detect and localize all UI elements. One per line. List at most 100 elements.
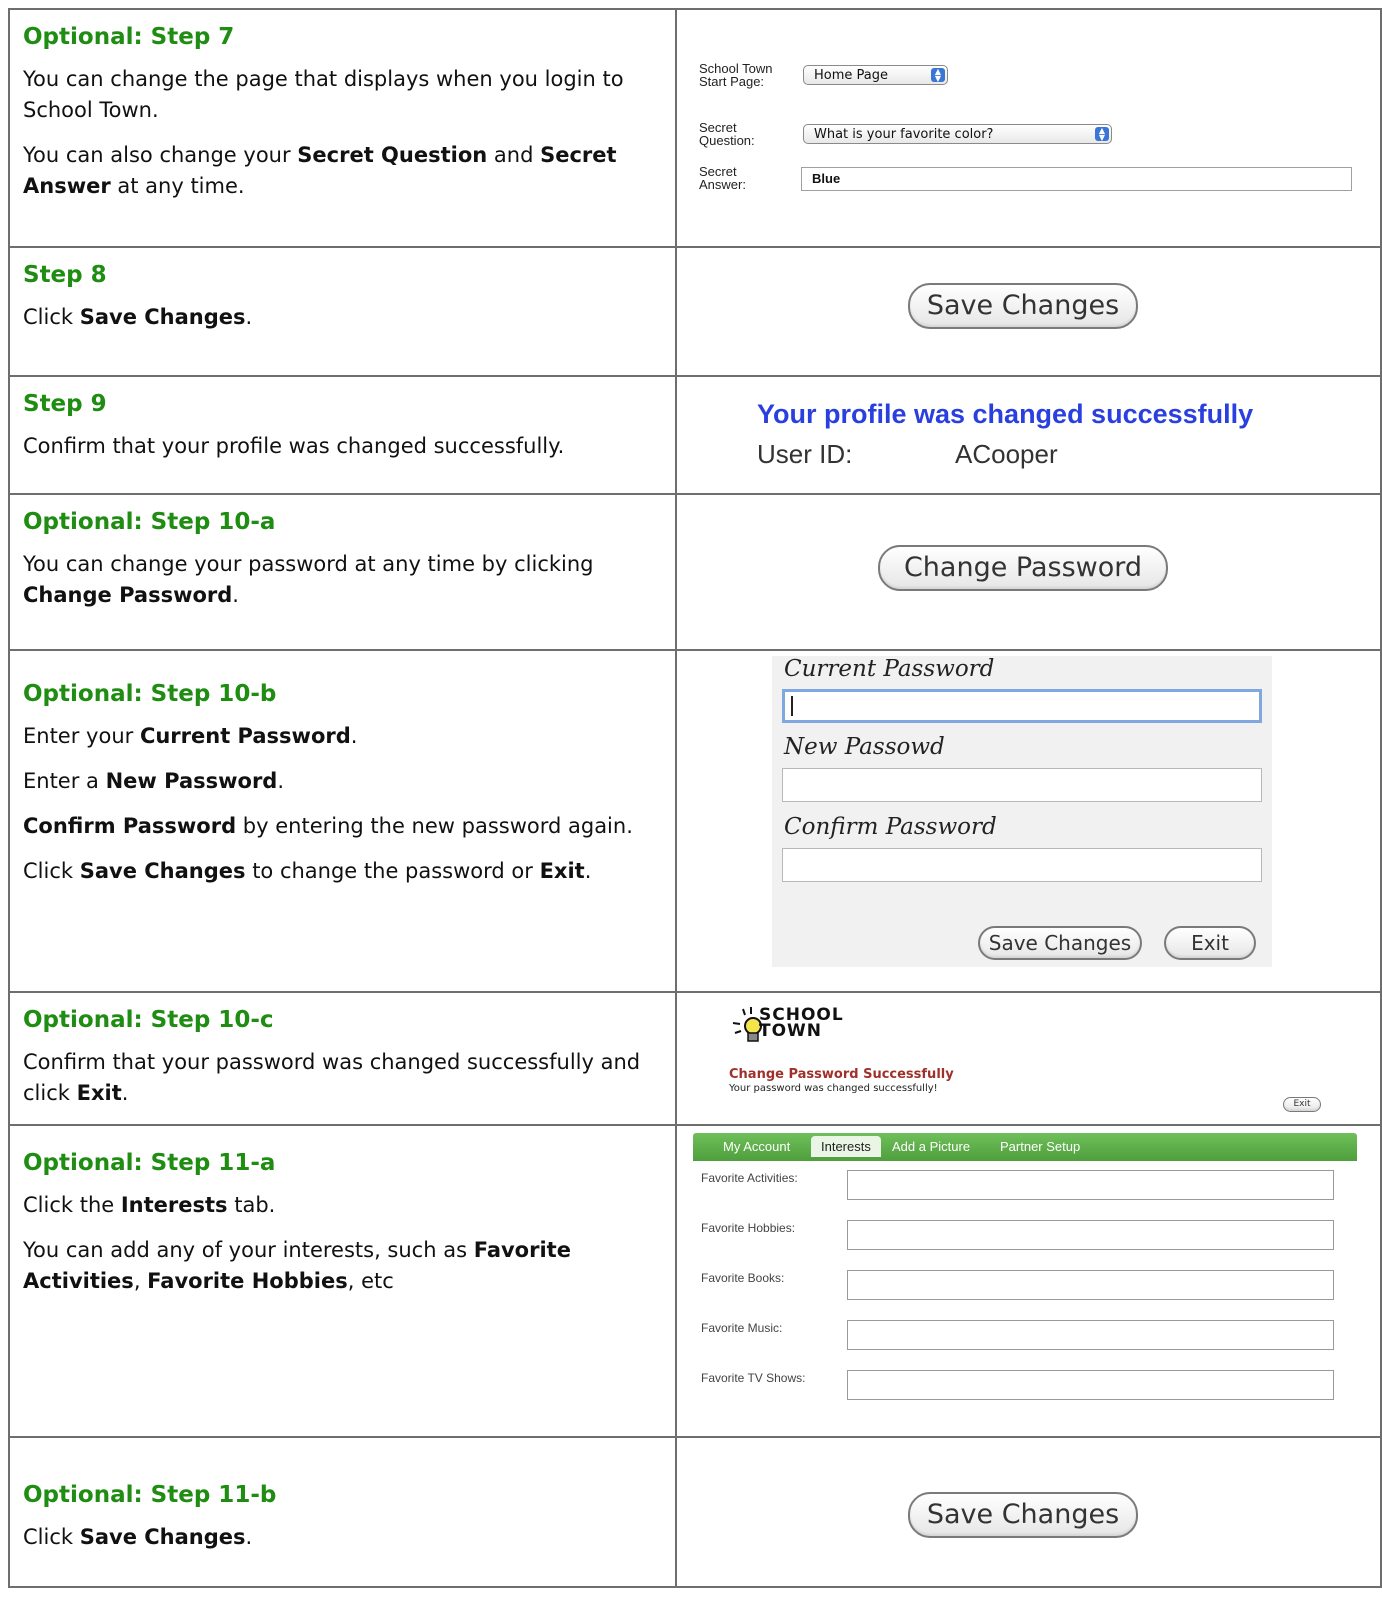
favorite-hobbies-label: Favorite Hobbies: [701, 1221, 796, 1235]
favorite-books-input[interactable] [847, 1270, 1334, 1300]
favorite-books-label: Favorite Books: [701, 1271, 785, 1285]
current-password-input[interactable] [782, 689, 1262, 723]
step-11b-screenshot: Save Changes [675, 1436, 1382, 1588]
step-row-10c: Optional: Step 10-c Confirm that your pa… [8, 991, 1382, 1126]
step-row-9: Step 9 Confirm that your profile was cha… [8, 375, 1382, 495]
step-title: Step 8 [23, 262, 107, 288]
emphasis-text: Interests [120, 1193, 228, 1217]
step-paragraph: Click Save Changes. [23, 1525, 253, 1549]
step-paragraph: Click the Interests tab. [23, 1193, 276, 1217]
start-page-label: School Town Start Page: [699, 61, 773, 89]
favorite-hobbies-input[interactable] [847, 1220, 1334, 1250]
emphasis-text: Exit [539, 859, 585, 883]
tab-partner-setup[interactable]: Partner Setup [1000, 1139, 1080, 1154]
profile-tab-bar: My Account Interests Add a Picture Partn… [693, 1133, 1357, 1161]
step-title: Step 9 [23, 391, 107, 417]
step-10c-text-cell: Optional: Step 10-c Confirm that your pa… [8, 991, 677, 1126]
secret-question-label: Secret Question: [699, 120, 755, 148]
logo-text: SCHOOL TOWN [759, 1005, 844, 1041]
step-paragraph: Confirm Password by entering the new pas… [23, 814, 633, 838]
step-paragraph: Enter your Current Password. [23, 724, 358, 748]
step-9-text-cell: Step 9 Confirm that your profile was cha… [8, 375, 677, 495]
step-10b-screenshot: Current Password New Passowd Confirm Pas… [675, 649, 1382, 993]
step-body: Enter your Current Password. Enter a New … [23, 721, 665, 887]
password-form: Current Password New Passowd Confirm Pas… [772, 656, 1272, 967]
favorite-tv-shows-label: Favorite TV Shows: [701, 1371, 806, 1385]
step-11b-text-cell: Optional: Step 11-b Click Save Changes. [8, 1436, 677, 1588]
save-changes-button[interactable]: Save Changes [978, 926, 1142, 960]
confirm-password-input[interactable] [782, 848, 1262, 882]
step-7-text-cell: Optional: Step 7 You can change the page… [8, 8, 677, 248]
step-paragraph: Confirm that your password was changed s… [23, 1050, 641, 1105]
step-row-10a: Optional: Step 10-a You can change your … [8, 493, 1382, 651]
change-password-button[interactable]: Change Password [878, 545, 1168, 591]
tab-interests[interactable]: Interests [811, 1136, 881, 1157]
emphasis-text: Secret Question [297, 143, 488, 167]
emphasis-text: Save Changes [79, 1525, 246, 1549]
steps-table: Optional: Step 7 You can change the page… [8, 8, 1382, 1588]
school-town-logo: SCHOOL TOWN [729, 1005, 869, 1053]
step-row-11a: Optional: Step 11-a Click the Interests … [8, 1124, 1382, 1438]
emphasis-text: Save Changes [79, 305, 246, 329]
step-paragraph: Click Save Changes to change the passwor… [23, 859, 592, 883]
secret-answer-label: Secret Answer: [699, 164, 746, 192]
emphasis-text: Change Password [23, 583, 233, 607]
step-title: Optional: Step 11-a [23, 1150, 276, 1176]
step-body: You can change the page that displays wh… [23, 64, 665, 202]
change-password-message: Your password was changed successfully! [729, 1083, 938, 1094]
step-title: Optional: Step 10-b [23, 681, 277, 707]
exit-button[interactable]: Exit [1164, 926, 1256, 960]
user-id-value: ACooper [955, 439, 1058, 469]
step-paragraph: You can add any of your interests, such … [23, 1238, 571, 1293]
secret-question-value: What is your favorite color? [814, 127, 994, 142]
step-paragraph: You can also change your Secret Question… [23, 143, 617, 198]
favorite-activities-input[interactable] [847, 1170, 1334, 1200]
favorite-music-input[interactable] [847, 1320, 1334, 1350]
exit-button[interactable]: Exit [1283, 1097, 1321, 1112]
step-10a-text-cell: Optional: Step 10-a You can change your … [8, 493, 677, 651]
step-title: Optional: Step 11-b [23, 1482, 277, 1508]
step-body: Click Save Changes. [23, 1522, 665, 1553]
step-10c-screenshot: SCHOOL TOWN Change Password Successfully… [675, 991, 1382, 1126]
start-page-select[interactable]: Home Page ▲ ▼ [803, 65, 948, 85]
success-message: Your profile was changed successfully [757, 399, 1254, 429]
step-row-7: Optional: Step 7 You can change the page… [8, 8, 1382, 248]
tab-add-a-picture[interactable]: Add a Picture [892, 1139, 970, 1154]
favorite-tv-shows-input[interactable] [847, 1370, 1334, 1400]
select-arrows-icon: ▲ ▼ [931, 68, 945, 83]
step-title: Optional: Step 10-c [23, 1007, 274, 1033]
emphasis-text: New Password [105, 769, 278, 793]
favorite-activities-label: Favorite Activities: [701, 1171, 798, 1185]
save-changes-button[interactable]: Save Changes [908, 1492, 1138, 1538]
step-9-screenshot: Your profile was changed successfully Us… [675, 375, 1382, 495]
step-7-screenshot: School Town Start Page: Home Page ▲ ▼ Sec… [675, 8, 1382, 248]
current-password-label: Current Password [784, 656, 995, 682]
start-page-value: Home Page [814, 68, 888, 83]
step-body: Click Save Changes. [23, 302, 665, 333]
secret-question-select[interactable]: What is your favorite color? ▲ ▼ [803, 124, 1112, 144]
step-10b-text-cell: Optional: Step 10-b Enter your Current P… [8, 649, 677, 993]
step-paragraph: You can change your password at any time… [23, 552, 594, 607]
secret-answer-input[interactable]: Blue [801, 167, 1352, 191]
emphasis-text: Current Password [139, 724, 351, 748]
emphasis-text: Save Changes [79, 859, 246, 883]
step-paragraph: Click Save Changes. [23, 305, 253, 329]
emphasis-text: Favorite Hobbies [147, 1269, 348, 1293]
step-body: Confirm that your password was changed s… [23, 1047, 665, 1109]
step-paragraph: Confirm that your profile was changed su… [23, 434, 565, 458]
step-11a-screenshot: My Account Interests Add a Picture Partn… [675, 1124, 1382, 1438]
save-changes-button[interactable]: Save Changes [908, 283, 1138, 329]
step-row-11b: Optional: Step 11-b Click Save Changes. … [8, 1436, 1382, 1588]
select-arrows-icon: ▲ ▼ [1095, 127, 1109, 142]
tab-my-account[interactable]: My Account [723, 1139, 790, 1154]
step-row-8: Step 8 Click Save Changes. Save Changes [8, 246, 1382, 377]
step-body: Confirm that your profile was changed su… [23, 431, 665, 462]
new-password-input[interactable] [782, 768, 1262, 802]
step-row-10b: Optional: Step 10-b Enter your Current P… [8, 649, 1382, 993]
emphasis-text: Confirm Password [23, 814, 237, 838]
step-8-text-cell: Step 8 Click Save Changes. [8, 246, 677, 377]
step-8-screenshot: Save Changes [675, 246, 1382, 377]
new-password-label: New Passowd [784, 734, 945, 760]
step-paragraph: You can change the page that displays wh… [23, 67, 624, 122]
step-title: Optional: Step 10-a [23, 509, 276, 535]
